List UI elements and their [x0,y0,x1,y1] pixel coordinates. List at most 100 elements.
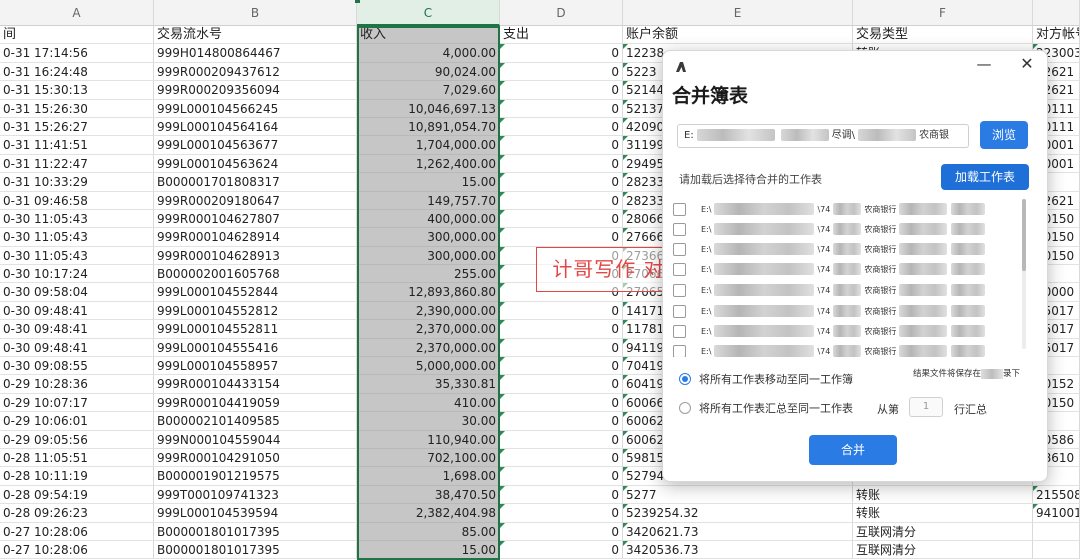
radio-unselected-icon[interactable] [679,402,691,414]
table-cell[interactable]: 999L000104563624 [154,154,357,174]
table-cell[interactable]: 999L000104552811 [154,320,357,339]
table-cell[interactable]: 12,893,860.80 [357,283,500,302]
table-cell[interactable]: 1,698.00 [357,467,500,486]
table-cell[interactable]: 999R000209356094 [154,81,357,100]
column-header-f[interactable]: F [853,0,1033,26]
table-cell[interactable]: 0-30 09:08:55 [0,357,154,376]
option-move-to-workbook[interactable]: 将所有工作表移动至同一工作簿 [679,371,853,387]
checkbox[interactable] [673,283,686,297]
table-cell[interactable] [1033,540,1080,560]
table-cell[interactable]: 0-30 09:48:41 [0,338,154,358]
column-title[interactable]: 收入 [357,26,500,45]
table-cell[interactable]: 0 [500,485,623,505]
table-cell[interactable]: 0-28 10:11:19 [0,467,154,486]
table-cell[interactable]: 0-30 11:05:43 [0,246,154,266]
table-cell[interactable]: 0 [500,338,623,358]
column-header-d[interactable]: D [500,0,623,26]
table-cell[interactable]: 999H014800864467 [154,44,357,63]
checkbox[interactable] [673,262,686,276]
table-cell[interactable]: 0-31 16:24:48 [0,62,154,82]
table-cell[interactable]: 3420536.73 [623,540,853,560]
table-cell[interactable]: B000002101409585 [154,412,357,431]
table-cell[interactable]: 0 [500,412,623,431]
table-cell[interactable]: 0-31 17:14:56 [0,44,154,63]
table-cell[interactable]: 215508 [1033,485,1080,505]
table-cell[interactable]: 999R000104419059 [154,393,357,413]
table-cell[interactable]: 互联网清分 [853,522,1033,541]
table-cell[interactable]: 0-29 10:06:01 [0,412,154,431]
table-cell[interactable]: 0-31 11:41:51 [0,136,154,155]
table-cell[interactable]: 3420621.73 [623,522,853,541]
column-header-g[interactable] [1033,0,1080,26]
table-cell[interactable]: 0 [500,173,623,192]
table-cell[interactable]: 0-31 09:46:58 [0,191,154,210]
list-scrollbar[interactable] [1022,199,1026,349]
table-cell[interactable]: 10,891,054.70 [357,117,500,137]
column-title[interactable]: 交易流水号 [154,26,357,45]
table-cell[interactable]: 0-31 15:30:13 [0,81,154,100]
start-row-input[interactable]: 1 [909,397,943,417]
table-cell[interactable]: 38,470.50 [357,485,500,505]
table-cell[interactable] [1033,522,1080,541]
table-cell[interactable]: 0-29 10:28:36 [0,375,154,394]
table-cell[interactable]: 999T000109741323 [154,485,357,505]
table-cell[interactable]: 0 [500,375,623,394]
table-cell[interactable]: 0 [500,228,623,247]
table-cell[interactable]: 转账 [853,504,1033,523]
worksheet-list-item[interactable]: E:\ \74 农商银行 [673,199,1018,219]
table-cell[interactable]: 999R000209437612 [154,62,357,82]
table-cell[interactable]: 0 [500,136,623,155]
table-cell[interactable]: 999L000104564164 [154,117,357,137]
table-cell[interactable]: 90,024.00 [357,62,500,82]
table-cell[interactable]: 999L000104563677 [154,136,357,155]
table-cell[interactable]: 35,330.81 [357,375,500,394]
worksheet-list-item[interactable]: E:\ \74 农商银行 [673,280,1018,300]
table-cell[interactable]: 2,370,000.00 [357,320,500,339]
table-cell[interactable]: 15.00 [357,173,500,192]
table-cell[interactable]: 0 [500,430,623,449]
table-cell[interactable]: 7,029.60 [357,81,500,100]
table-cell[interactable]: 0-30 09:48:41 [0,320,154,339]
table-cell[interactable]: 0-31 15:26:27 [0,117,154,137]
table-cell[interactable]: B000002001605768 [154,265,357,284]
merge-button[interactable]: 合并 [809,435,897,465]
table-cell[interactable]: 0-29 09:05:56 [0,430,154,449]
browse-button[interactable]: 浏览 [980,121,1028,149]
folder-path-input[interactable]: E: 尽调\ 农商银 [677,124,969,148]
table-cell[interactable]: 1,704,000.00 [357,136,500,155]
table-cell[interactable]: 999L000104552844 [154,283,357,302]
table-cell[interactable]: 10,046,697.13 [357,99,500,118]
column-title[interactable]: 支出 [500,26,623,45]
table-cell[interactable]: 1,262,400.00 [357,154,500,174]
table-cell[interactable]: 999R000209180647 [154,191,357,210]
table-cell[interactable]: 0 [500,522,623,541]
table-cell[interactable]: 4,000.00 [357,44,500,63]
table-cell[interactable]: 999R000104628914 [154,228,357,247]
column-header-c[interactable]: C [357,0,500,26]
table-cell[interactable]: 999L000104566245 [154,99,357,118]
column-header-b[interactable]: B [154,0,357,26]
table-cell[interactable]: 0-30 11:05:43 [0,209,154,229]
table-cell[interactable]: 0-28 09:54:19 [0,485,154,505]
column-header-a[interactable]: A [0,0,154,26]
table-cell[interactable]: 5,000,000.00 [357,357,500,376]
table-cell[interactable]: 互联网清分 [853,540,1033,560]
table-cell[interactable]: 5239254.32 [623,504,853,523]
table-cell[interactable]: 0 [500,320,623,339]
table-cell[interactable]: 0 [500,540,623,560]
worksheet-list-item[interactable]: E:\ \74 农商银行 [673,259,1018,279]
table-cell[interactable]: 0 [500,467,623,486]
table-cell[interactable]: 0 [500,191,623,210]
table-cell[interactable]: 999R000104627807 [154,209,357,229]
worksheet-list-item[interactable]: E:\ \74 农商银行 [673,341,1018,357]
table-cell[interactable]: 0-30 09:48:41 [0,301,154,321]
table-cell[interactable]: 0 [500,209,623,229]
table-cell[interactable]: 0-30 10:17:24 [0,265,154,284]
table-cell[interactable]: B000001801017395 [154,522,357,541]
column-header-e[interactable]: E [623,0,853,26]
table-cell[interactable]: 149,757.70 [357,191,500,210]
table-cell[interactable]: 0-31 15:26:30 [0,99,154,118]
table-cell[interactable]: 702,100.00 [357,448,500,468]
table-cell[interactable]: 转账 [853,485,1033,505]
worksheet-list-item[interactable]: E:\ \74 农商银行 [673,321,1018,341]
